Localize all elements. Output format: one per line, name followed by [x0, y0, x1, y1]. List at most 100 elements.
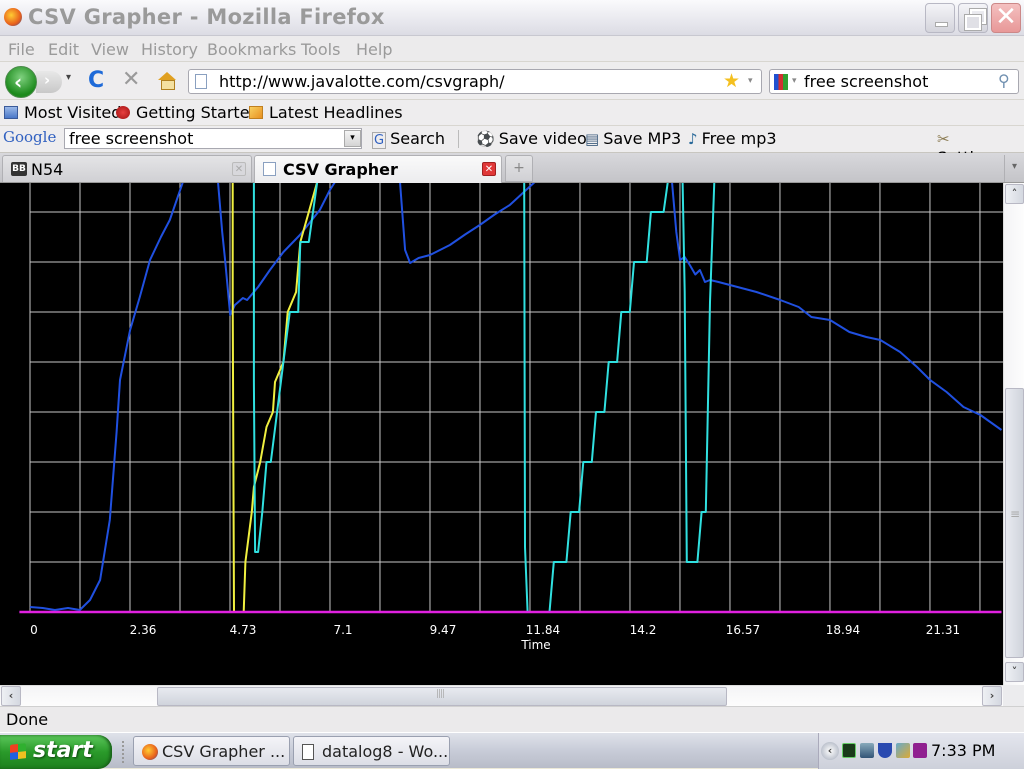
- tab-close-icon[interactable]: ✕: [232, 162, 246, 176]
- menu-bar: File Edit View History Bookmarks Tools H…: [0, 36, 1024, 62]
- url-dropdown-icon[interactable]: ▾: [748, 76, 753, 86]
- status-bar: Done: [0, 706, 1024, 732]
- tab-close-icon[interactable]: ✕: [482, 162, 496, 176]
- series-blue-line: [29, 183, 1003, 611]
- music-note-icon: ♪: [688, 130, 698, 148]
- bookmarks-toolbar: Most Visited Getting Started Latest Head…: [0, 100, 1024, 126]
- minimize-button[interactable]: [925, 3, 955, 33]
- vertical-scroll-thumb[interactable]: [1005, 388, 1024, 658]
- scroll-down-button[interactable]: ˅: [1005, 662, 1024, 682]
- restore-button[interactable]: [958, 3, 988, 33]
- toolbar-separator: [458, 130, 459, 148]
- list-all-tabs-button[interactable]: ▾: [1004, 155, 1024, 182]
- back-button[interactable]: ‹: [5, 66, 37, 98]
- tray-expand-button[interactable]: ‹: [821, 742, 839, 760]
- start-button[interactable]: start: [0, 735, 112, 769]
- home-button[interactable]: [158, 72, 176, 90]
- start-label: start: [33, 738, 93, 763]
- forward-arrow-icon: ›: [44, 71, 51, 89]
- firefox-icon: [142, 744, 158, 760]
- tray-network-icon[interactable]: [860, 743, 874, 758]
- menu-tools[interactable]: Tools: [301, 40, 340, 59]
- new-tab-button[interactable]: +: [505, 155, 533, 182]
- scroll-left-button[interactable]: ‹: [1, 686, 21, 706]
- bookmark-latest-headlines[interactable]: Latest Headlines: [249, 103, 403, 122]
- rss-icon: [249, 106, 263, 119]
- tray-connection-icon[interactable]: [896, 743, 910, 758]
- menu-view[interactable]: View: [91, 40, 129, 59]
- tools-icon: ✂: [937, 130, 950, 148]
- firefox-icon: [116, 106, 130, 119]
- chart-series: [19, 183, 1003, 614]
- windows-logo-icon: [10, 743, 26, 760]
- google-search-input[interactable]: [64, 128, 362, 149]
- google-engine-icon[interactable]: [774, 74, 788, 90]
- x-tick-label: 16.57: [726, 623, 760, 637]
- clock: 7:33 PM: [931, 741, 996, 760]
- taskbar-item-datalog8[interactable]: datalog8 - Wo...: [293, 736, 450, 766]
- x-tick-label: 21.31: [926, 623, 960, 637]
- taskbar-item-csv-grapher[interactable]: CSV Grapher ...: [133, 736, 290, 766]
- csv-line-chart: 0 2.36 4.73 7.1 9.47 11.84 14.2 16.57 18.94 21.31…: [19, 183, 1003, 652]
- reload-button[interactable]: C: [88, 68, 104, 93]
- search-input[interactable]: [804, 71, 994, 92]
- vertical-scrollbar[interactable]: ˄ ˅: [1003, 183, 1024, 685]
- tab-csv-grapher[interactable]: CSV Grapher ✕: [254, 155, 502, 183]
- url-bar[interactable]: http://www.javalotte.com/csvgraph/ ★ ▾: [188, 69, 762, 94]
- horizontal-scrollbar[interactable]: ‹ ›: [0, 685, 1003, 706]
- menu-edit[interactable]: Edit: [48, 40, 79, 59]
- back-arrow-icon: ‹: [14, 70, 23, 94]
- scroll-up-button[interactable]: ˄: [1005, 184, 1024, 204]
- menu-file[interactable]: File: [8, 40, 35, 59]
- url-text[interactable]: http://www.javalotte.com/csvgraph/: [219, 72, 505, 91]
- soccer-ball-icon: ⚽: [476, 130, 495, 148]
- menu-help[interactable]: Help: [356, 40, 392, 59]
- mp3-icon: ▤: [585, 130, 600, 148]
- search-magnifier-icon[interactable]: ⚲: [998, 71, 1010, 90]
- forward-button[interactable]: ›: [36, 71, 62, 93]
- x-tick-label: 7.1: [333, 623, 352, 637]
- bookmark-star-icon[interactable]: ★: [723, 70, 740, 92]
- bookmark-most-visited[interactable]: Most Visited: [4, 103, 121, 122]
- x-tick-label: 9.47: [430, 623, 457, 637]
- tab-label: N54: [31, 160, 64, 179]
- scroll-right-button[interactable]: ›: [982, 686, 1002, 706]
- chart-grid: [29, 183, 1003, 612]
- windows-taskbar: start CSV Grapher ... datalog8 - Wo... ‹…: [0, 732, 1024, 769]
- x-tick-label: 2.36: [130, 623, 157, 637]
- horizontal-scroll-thumb[interactable]: [157, 687, 727, 706]
- google-toolbar: Google ▾ GSearch ⚽Save video ▤Save MP3 ♪…: [0, 126, 1024, 167]
- save-mp3-button[interactable]: ▤ Save MP3: [585, 129, 681, 148]
- x-tick-label: 18.94: [826, 623, 860, 637]
- menu-history[interactable]: History: [141, 40, 198, 59]
- bb-favicon-icon: BB: [11, 162, 27, 176]
- taskbar-grip[interactable]: [122, 741, 125, 763]
- menu-bookmarks[interactable]: Bookmarks: [207, 40, 296, 59]
- series-yellow-line: [231, 183, 318, 613]
- system-tray: ‹ 7:33 PM: [818, 733, 1024, 769]
- x-tick-label: 0: [30, 623, 38, 637]
- tray-monitor-icon[interactable]: [842, 743, 856, 758]
- folder-icon: [4, 106, 18, 119]
- engine-dropdown-icon[interactable]: ▾: [792, 76, 797, 86]
- page-content: 0 2.36 4.73 7.1 9.47 11.84 14.2 16.57 18.94 21.31…: [0, 183, 1003, 685]
- tray-app-icon[interactable]: [913, 743, 927, 758]
- search-bar[interactable]: ▾ ⚲: [769, 69, 1019, 94]
- x-tick-label: 11.84: [526, 623, 560, 637]
- page-icon: [195, 74, 207, 89]
- scrollbar-corner: [1003, 685, 1024, 706]
- google-logo: Google: [3, 128, 57, 146]
- free-mp3-button[interactable]: ♪ Free mp3: [688, 129, 777, 148]
- save-video-button[interactable]: ⚽ Save video: [476, 129, 587, 148]
- tray-antivirus-icon[interactable]: [878, 743, 892, 758]
- google-search-dropdown[interactable]: ▾: [344, 130, 361, 147]
- google-search-button[interactable]: G Search: [372, 129, 445, 149]
- tab-n54[interactable]: BB N54 ✕: [2, 155, 252, 182]
- x-axis-ticks: 0 2.36 4.73 7.1 9.47 11.84 14.2 16.57 18.94 21.31: [30, 623, 960, 637]
- bookmark-getting-started[interactable]: Getting Started: [116, 103, 260, 122]
- stop-button[interactable]: ✕: [122, 67, 140, 92]
- history-dropdown[interactable]: ▾: [66, 72, 71, 83]
- window-title: CSV Grapher - Mozilla Firefox: [28, 5, 385, 29]
- close-window-button[interactable]: ✕: [991, 2, 1021, 33]
- x-tick-label: 4.73: [230, 623, 257, 637]
